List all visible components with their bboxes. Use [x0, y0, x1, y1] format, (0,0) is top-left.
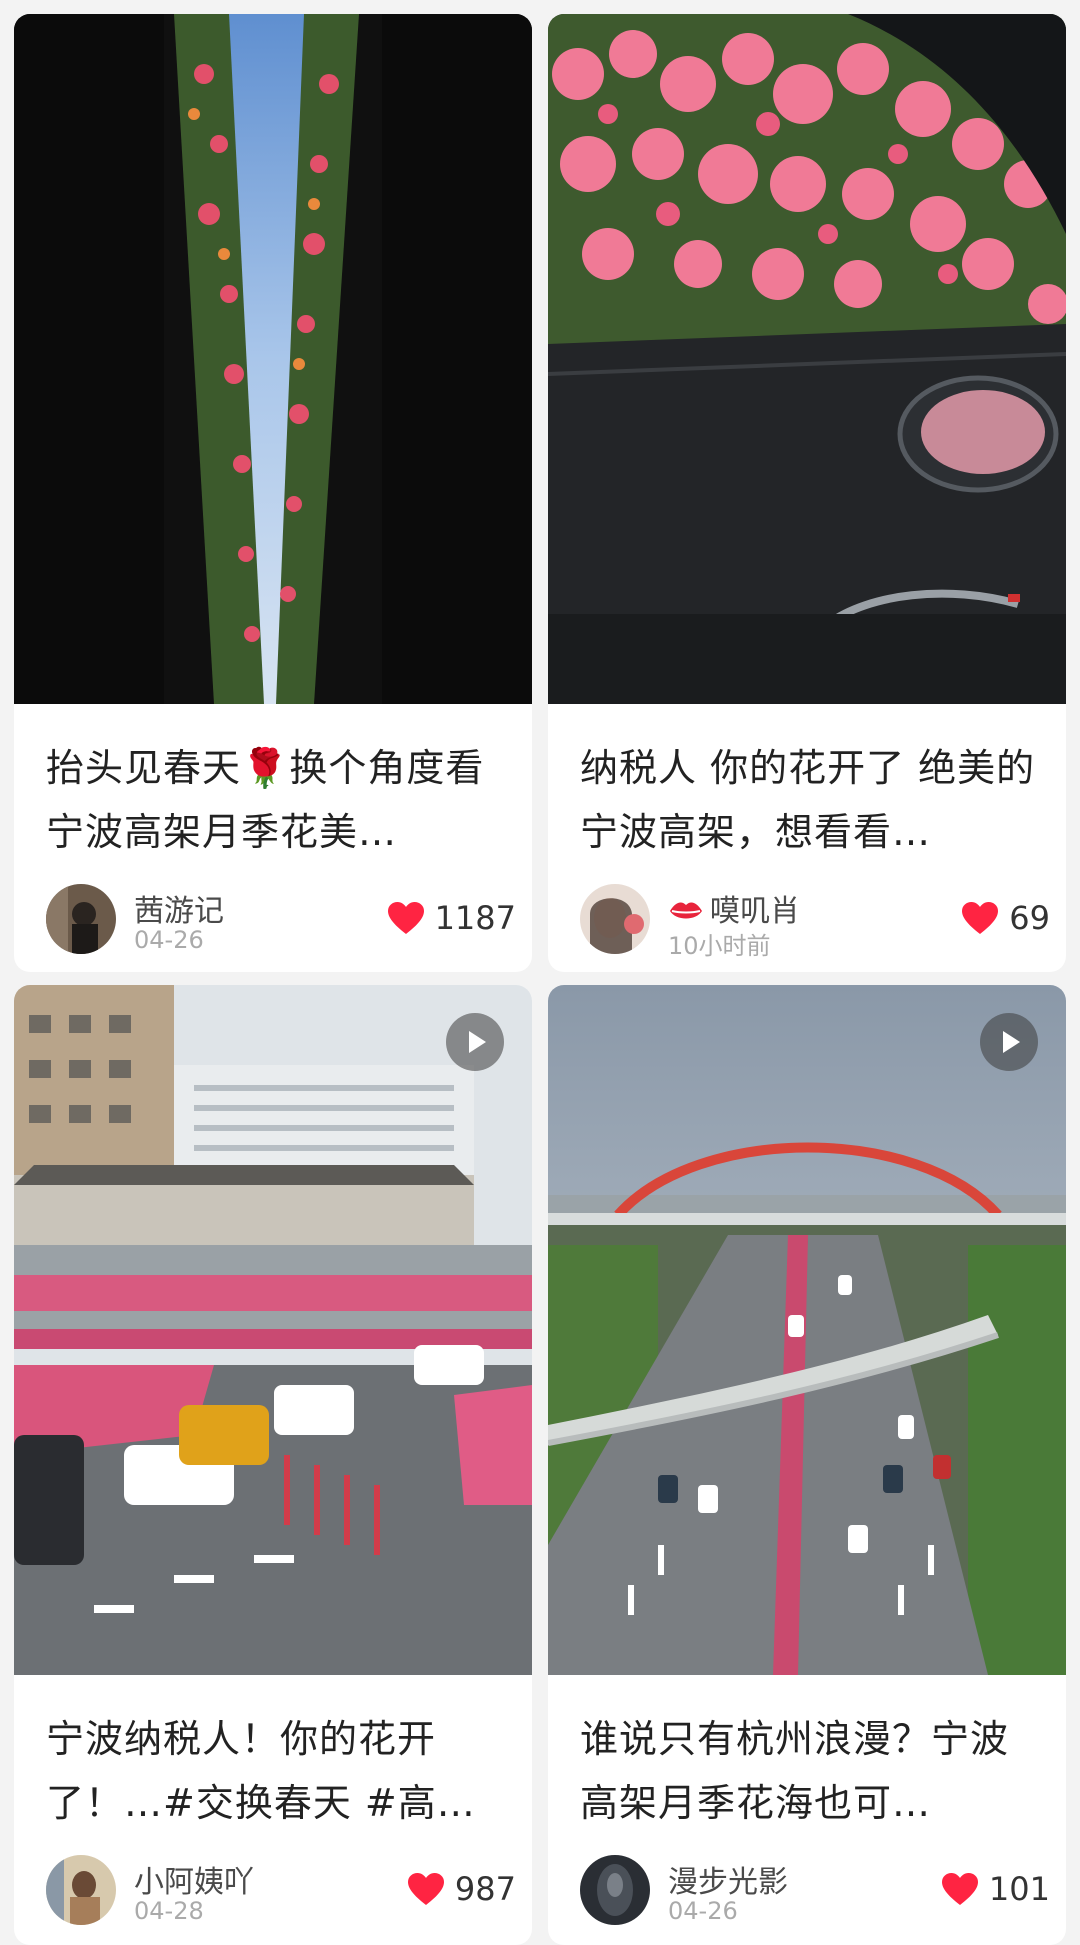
- post-date: 10小时前: [668, 932, 771, 960]
- heart-icon: [962, 902, 999, 934]
- heart-icon: [941, 1873, 978, 1905]
- avatar[interactable]: [46, 884, 116, 954]
- like-count: 101: [988, 1870, 1050, 1908]
- author-name[interactable]: 茜游记: [134, 886, 224, 930]
- post-author-row: 茜游记 04-26 1187: [46, 884, 516, 956]
- post-cover-image[interactable]: [548, 985, 1066, 1675]
- lips-icon: [670, 902, 702, 919]
- heart-icon: [387, 902, 424, 934]
- post-card[interactable]: 纳税人 你的花开了 绝美的宁波高架，想看看… 嗼叽肖 10小时前 69: [548, 14, 1066, 972]
- post-date: 04-28: [134, 1897, 204, 1925]
- like-count: 1187: [434, 899, 516, 937]
- like-count: 69: [1009, 899, 1050, 937]
- play-icon: [980, 1013, 1038, 1071]
- play-icon: [446, 1013, 504, 1071]
- like-count: 987: [454, 1870, 516, 1908]
- avatar[interactable]: [46, 1855, 116, 1925]
- post-card[interactable]: 抬头见春天🌹换个角度看宁波高架月季花美… 茜游记 04-26 1187: [14, 14, 532, 972]
- post-date: 04-26: [134, 926, 204, 954]
- post-cover-image[interactable]: [14, 14, 532, 704]
- like-button[interactable]: 1187: [387, 898, 516, 938]
- post-title[interactable]: 谁说只有杭州浪漫？宁波高架月季花海也可…: [580, 1707, 1040, 1835]
- post-author-row: 漫步光影 04-26 101: [580, 1855, 1050, 1927]
- post-author-row: 嗼叽肖 10小时前 69: [580, 884, 1050, 960]
- post-cover-image[interactable]: [548, 14, 1066, 704]
- author-name[interactable]: 嗼叽肖: [668, 886, 800, 930]
- post-date: 04-26: [668, 1897, 738, 1925]
- heart-icon: [407, 1873, 444, 1905]
- like-button[interactable]: 101: [941, 1869, 1050, 1909]
- author-name-text: 嗼叽肖: [710, 894, 800, 929]
- post-cover-image[interactable]: [14, 985, 532, 1675]
- waterfall-feed: 抬头见春天🌹换个角度看宁波高架月季花美… 茜游记 04-26 1187 纳税人 …: [0, 0, 1080, 1945]
- avatar[interactable]: [580, 1855, 650, 1925]
- like-button[interactable]: 69: [961, 898, 1050, 938]
- post-title[interactable]: 纳税人 你的花开了 绝美的宁波高架，想看看…: [580, 736, 1040, 864]
- author-name[interactable]: 漫步光影: [668, 1857, 788, 1901]
- post-title[interactable]: 抬头见春天🌹换个角度看宁波高架月季花美…: [46, 736, 506, 864]
- post-author-row: 小阿姨吖 04-28 987: [46, 1855, 516, 1927]
- avatar[interactable]: [580, 884, 650, 954]
- author-name[interactable]: 小阿姨吖: [134, 1857, 254, 1901]
- post-card[interactable]: 宁波纳税人！你的花开了！…#交换春天 #高… 小阿姨吖 04-28 987: [14, 985, 532, 1945]
- post-title[interactable]: 宁波纳税人！你的花开了！…#交换春天 #高…: [46, 1707, 506, 1835]
- like-button[interactable]: 987: [407, 1869, 516, 1909]
- post-card[interactable]: 谁说只有杭州浪漫？宁波高架月季花海也可… 漫步光影 04-26 101: [548, 985, 1066, 1945]
